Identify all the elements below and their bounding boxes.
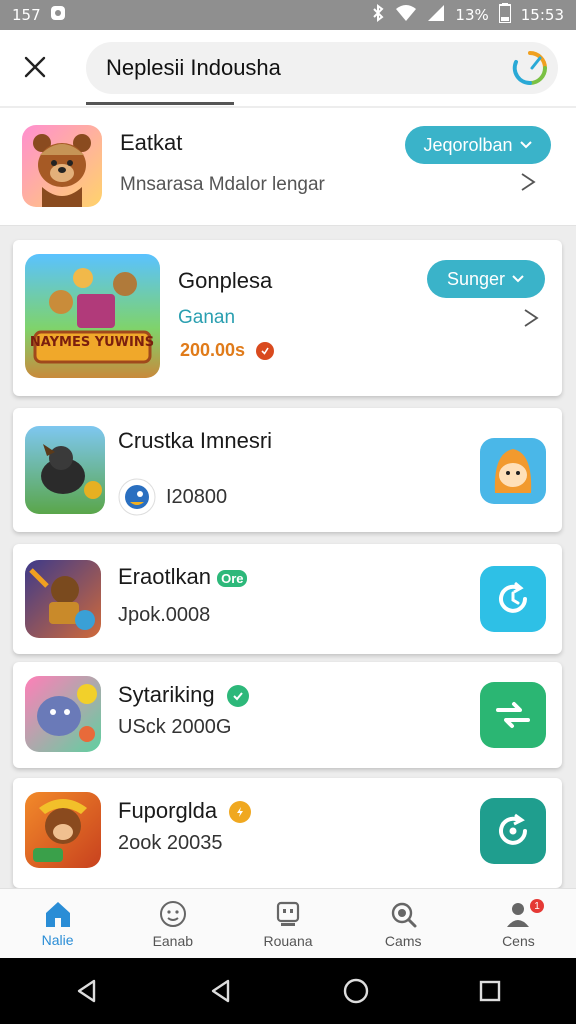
app-icon-bear — [22, 125, 102, 207]
card-meta-value: USck 2000G — [118, 716, 232, 738]
nav-label: Cams — [384, 932, 422, 949]
bolt-badge-icon — [229, 801, 252, 824]
card-meta-value: I20800 — [166, 485, 228, 508]
app-icon-warrior — [25, 560, 101, 638]
card-meta: I20800 — [118, 478, 227, 516]
card-title: Sytariking — [118, 682, 249, 708]
character-tile[interactable] — [480, 438, 546, 504]
card-title-text: Eraotlkan — [118, 564, 211, 589]
back-icon[interactable] — [74, 978, 100, 1004]
nav-item-games[interactable]: Eanab — [115, 889, 230, 958]
swap-arrows-icon — [496, 702, 530, 728]
smiley-icon — [159, 900, 186, 927]
refresh-play-icon — [499, 813, 527, 845]
back-icon[interactable] — [208, 978, 234, 1004]
app-icon-animal — [25, 426, 105, 514]
swap-button[interactable] — [480, 682, 546, 748]
assistant-logo-icon[interactable] — [512, 50, 548, 86]
home-circle-icon[interactable] — [342, 977, 370, 1005]
robot-icon — [276, 901, 300, 926]
nav-item-profile[interactable]: 1 Cens — [461, 889, 576, 958]
bottom-navigation: Nalie Eanab Rouana Cams 1 Cens — [0, 888, 576, 958]
tab-indicator — [86, 102, 234, 105]
app-icon-game: NAYMES YUWINS — [25, 254, 160, 378]
top-result-title: Eatkat — [120, 130, 183, 155]
system-navigation-bar — [0, 958, 576, 1024]
top-result-subtitle: Mnsarasa Mdalor lengar — [120, 174, 325, 195]
chevron-down-icon — [512, 275, 524, 283]
top-result[interactable]: Eatkat Mnsarasa Mdalor lengar Jeqorolban — [0, 108, 576, 226]
search-bar[interactable] — [86, 42, 558, 94]
status-bar: 157 13% 15:53 — [0, 0, 576, 30]
notification-badge: 1 — [530, 899, 545, 913]
card-subtitle: Ganan — [178, 307, 236, 328]
price-badge-icon — [256, 342, 275, 361]
card-title: Fuporglda — [118, 798, 252, 824]
result-card[interactable]: Crustka Imnesri I20800 — [13, 408, 562, 532]
nav-label: Cens — [502, 932, 535, 949]
bird-icon — [118, 478, 156, 516]
nav-label: Eanab — [152, 932, 194, 949]
card-title: Gonplesa — [178, 268, 273, 293]
search-input[interactable] — [106, 55, 486, 81]
home-icon — [45, 901, 70, 927]
price-value: 200.00s — [180, 340, 246, 360]
profile-icon — [507, 902, 530, 927]
app-icon-creature — [25, 676, 101, 752]
nav-label: Rouana — [263, 932, 313, 949]
app-icon-monkey — [25, 792, 101, 868]
card-title: Crustka Imnesri — [118, 428, 273, 453]
game-logo-text: NAYMES YUWINS — [30, 335, 154, 350]
result-card[interactable]: Fuporglda 2ook 20035 — [13, 778, 562, 888]
notification-icon — [49, 4, 67, 26]
result-card[interactable]: NAYMES YUWINS Gonplesa Ganan 200.00s Sun… — [13, 240, 562, 396]
refresh-button[interactable] — [480, 566, 546, 632]
status-time: 15:53 — [520, 6, 564, 24]
close-icon — [24, 56, 46, 78]
tag-badge: Ore — [217, 569, 248, 587]
chevron-down-icon — [519, 141, 532, 149]
recents-icon[interactable] — [478, 979, 502, 1003]
card-action-button[interactable]: Sunger — [427, 260, 545, 298]
result-card[interactable]: Sytariking USck 2000G — [13, 662, 562, 768]
card-meta-value: Jpok.0008 — [118, 604, 211, 626]
nav-item-home[interactable]: Nalie — [0, 889, 115, 958]
status-time-left: 157 — [12, 6, 41, 24]
battery-percent: 13% — [455, 6, 489, 24]
chevron-right-icon[interactable] — [516, 170, 540, 194]
nav-label: Nalie — [41, 931, 74, 948]
card-title: Eraotlkan Ore — [118, 564, 248, 590]
bluetooth-icon — [371, 4, 385, 26]
card-meta-value: 2ook 20035 — [118, 832, 223, 854]
search-icon — [392, 902, 417, 927]
nav-item-search[interactable]: Cams — [346, 889, 461, 958]
chevron-right-icon[interactable] — [519, 306, 543, 330]
result-card[interactable]: Eraotlkan Ore Jpok.0008 — [13, 544, 562, 654]
card-price: 200.00s — [180, 340, 275, 361]
close-button[interactable] — [18, 50, 52, 84]
nav-item-apps[interactable]: Rouana — [230, 889, 345, 958]
verified-icon — [226, 685, 249, 708]
character-icon — [494, 449, 532, 493]
card-action-label: Sunger — [446, 268, 506, 289]
play-button[interactable] — [480, 798, 546, 864]
battery-icon — [497, 3, 512, 27]
refresh-icon — [499, 581, 527, 613]
signal-icon — [427, 4, 445, 26]
wifi-icon — [395, 4, 417, 26]
card-title-text: Fuporglda — [118, 798, 218, 823]
card-title-text: Sytariking — [118, 682, 215, 707]
top-result-action-button[interactable]: Jeqorolban — [405, 126, 551, 164]
top-result-action-label: Jeqorolban — [423, 134, 513, 155]
search-header — [0, 30, 576, 106]
